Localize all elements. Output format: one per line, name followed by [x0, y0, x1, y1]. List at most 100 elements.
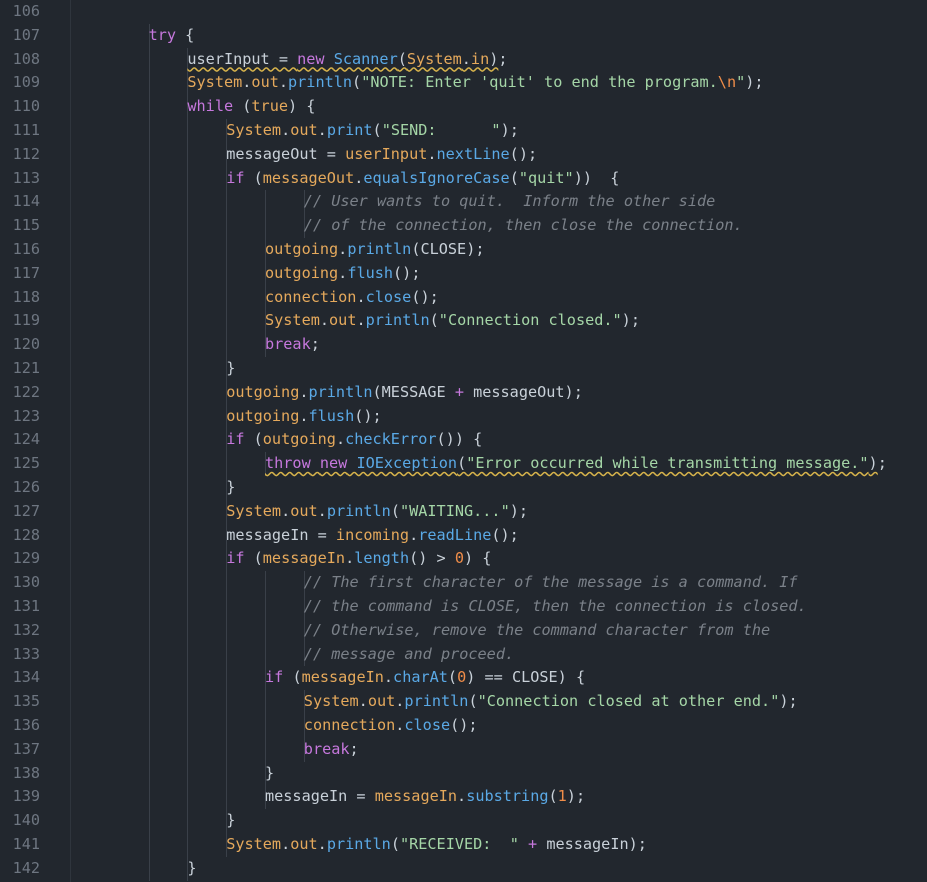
- code-line[interactable]: 132 // Otherwise, remove the command char…: [0, 618, 927, 643]
- code-token: checkError: [345, 430, 437, 449]
- code-token: .: [319, 311, 330, 330]
- line-number: 124: [12, 430, 40, 449]
- code-text: outgoing.flush();: [265, 262, 420, 286]
- code-line[interactable]: 123 outgoing.flush();: [0, 404, 927, 429]
- indent-guide: [187, 618, 189, 643]
- indent-guide: [226, 333, 228, 357]
- indent-guide: [148, 642, 150, 667]
- indent-guide: [187, 119, 189, 143]
- code-line[interactable]: 140}: [0, 809, 927, 833]
- code-token: println: [288, 73, 353, 92]
- code-line[interactable]: 133 // message and proceed.: [0, 642, 927, 667]
- code-line[interactable]: 119 System.out.println("Connection closed…: [0, 309, 927, 334]
- code-line[interactable]: 113 if (messageOut.equalsIgnoreCase("quit…: [0, 166, 927, 191]
- code-token: if: [265, 668, 284, 687]
- code-token: .: [317, 835, 327, 853]
- code-token: ();: [509, 144, 538, 163]
- code-text: if (messageIn.length() > 0) {: [226, 547, 491, 571]
- code-token: close: [365, 287, 412, 306]
- code-token: .: [281, 835, 291, 853]
- code-line[interactable]: 110 while (true) {: [0, 95, 927, 119]
- code-token: userInput: [345, 144, 428, 163]
- line-number: 140: [12, 811, 40, 830]
- code-line[interactable]: 109 System.out.println("NOTE: Enter 'quit…: [0, 71, 927, 96]
- code-token: .: [299, 406, 309, 425]
- indent-guide: [226, 261, 228, 286]
- code-line[interactable]: 138}: [0, 761, 927, 786]
- code-line[interactable]: 118 connection.close();: [0, 285, 927, 310]
- indent-guide: [187, 809, 189, 833]
- code-line[interactable]: 135 System.out.println("Connection closed…: [0, 690, 927, 714]
- code-token: in: [470, 49, 490, 68]
- code-line[interactable]: 128 messageIn = incoming.readLine();: [0, 523, 927, 548]
- code-token: outgoing: [226, 406, 300, 425]
- code-line[interactable]: 120 break;: [0, 333, 927, 357]
- code-line[interactable]: 124 if (outgoing.checkError()) {: [0, 428, 927, 453]
- code-token: .: [338, 240, 348, 258]
- code-line[interactable]: 117 outgoing.flush();: [0, 261, 927, 286]
- code-token: (: [468, 692, 478, 711]
- code-line[interactable]: 134 if (messageIn.charAt(0) == CLOSE) {: [0, 666, 927, 691]
- code-token: println: [365, 311, 430, 330]
- line-number: 111: [12, 121, 40, 139]
- indent-guide: [148, 499, 150, 524]
- code-text: break;: [265, 333, 320, 357]
- code-line[interactable]: 115 // of the connection, then close the …: [0, 214, 927, 238]
- code-line[interactable]: 142}: [0, 856, 927, 881]
- code-line[interactable]: 125 throw new IOException("Error occurred…: [0, 452, 927, 476]
- indent-guide: [187, 642, 189, 667]
- code-token: .: [427, 144, 437, 163]
- code-line[interactable]: 106: [0, 0, 927, 24]
- code-line[interactable]: 131 // the command is CLOSE, then the con…: [0, 595, 927, 619]
- code-text: throw new IOException("Error occurred wh…: [265, 452, 887, 476]
- code-token: +: [528, 835, 538, 853]
- code-line[interactable]: 137 break;: [0, 737, 927, 762]
- code-token: messageIn =: [226, 525, 336, 544]
- indent-guide: [187, 309, 189, 334]
- code-line[interactable]: 126}: [0, 476, 927, 500]
- code-token: // Otherwise, remove the command charact…: [303, 620, 771, 639]
- indent-guide: [148, 95, 150, 119]
- code-token: out: [329, 311, 357, 330]
- code-text: messageIn = incoming.readLine();: [226, 524, 519, 548]
- code-token: (: [509, 168, 519, 187]
- code-line[interactable]: 121}: [0, 357, 927, 381]
- code-line[interactable]: 130 // The first character of the message…: [0, 571, 927, 595]
- code-line[interactable]: 129 if (messageIn.length() > 0) {: [0, 547, 927, 572]
- code-token: true: [251, 97, 288, 116]
- code-text: messageIn = messageIn.substring(1);: [265, 785, 585, 809]
- code-text: try {: [149, 24, 195, 48]
- indent-guide: [265, 214, 266, 238]
- code-line[interactable]: 141 System.out.println("RECEIVED: " + mes…: [0, 833, 927, 857]
- indent-guide: [148, 523, 150, 548]
- code-line[interactable]: 107 try {: [0, 23, 927, 48]
- code-token: messageOut =: [226, 144, 346, 163]
- indent-guide: [226, 714, 228, 738]
- code-token: System: [187, 73, 243, 92]
- code-text: connection.close();: [304, 714, 478, 738]
- line-number: 108: [12, 49, 40, 68]
- indent-guide: [187, 476, 189, 500]
- code-line[interactable]: 114 // User wants to quit. Inform the oth…: [0, 190, 927, 215]
- code-text: }: [187, 857, 196, 881]
- line-number: 120: [12, 335, 40, 354]
- code-line[interactable]: 111 System.out.print("SEND: ");: [0, 119, 927, 143]
- indent-guide: [148, 47, 150, 72]
- indent-guide: [187, 690, 189, 714]
- code-token: flush: [308, 406, 355, 425]
- code-token: new: [297, 49, 325, 68]
- code-line[interactable]: 139 messageIn = messageIn.substring(1);: [0, 785, 927, 810]
- code-line[interactable]: 127 System.out.println("WAITING...");: [0, 499, 927, 524]
- indent-guide: [148, 190, 150, 215]
- code-line[interactable]: 116 outgoing.println(CLOSE);: [0, 238, 927, 262]
- code-line[interactable]: 112 messageOut = userInput.nextLine();: [0, 142, 927, 167]
- code-line[interactable]: 108 userInput = new Scanner(System.in);: [0, 47, 927, 72]
- code-token: );: [566, 787, 586, 806]
- code-editor[interactable]: 106 107 try {108 userInput = new Scanner(Sy…: [0, 0, 927, 882]
- code-line[interactable]: 122 outgoing.println(MESSAGE + messageOut…: [0, 380, 927, 405]
- indent-guide: [187, 833, 189, 857]
- code-token: .: [409, 525, 419, 544]
- indent-guide: [226, 190, 228, 215]
- code-line[interactable]: 136 connection.close();: [0, 714, 927, 738]
